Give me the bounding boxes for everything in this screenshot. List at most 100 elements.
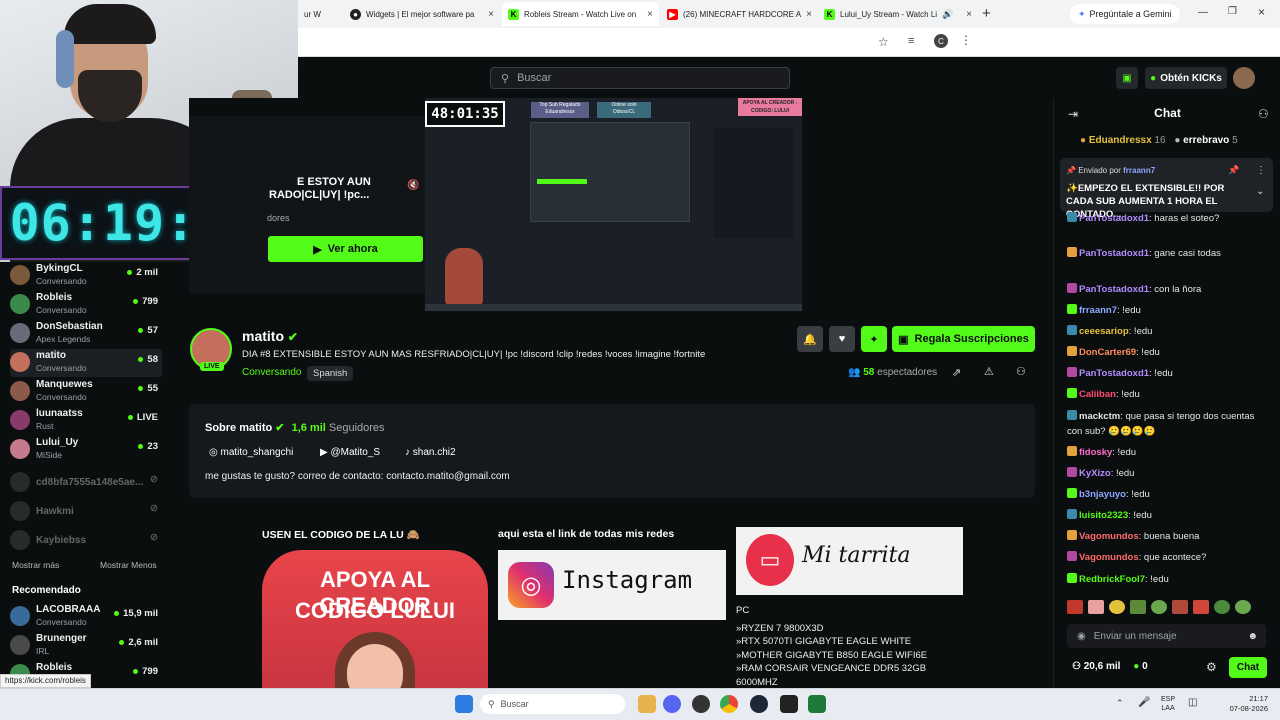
chat-message[interactable]: PanTostadoxd1: haras el soteo?	[1067, 211, 1272, 226]
emote-icon[interactable]	[1214, 600, 1230, 614]
recommended-channel[interactable]: Brunenger IRL 2,6 mil	[10, 632, 162, 660]
windows-start-icon[interactable]	[455, 695, 473, 713]
restore-icon[interactable]: ❐	[1228, 6, 1237, 17]
chat-message[interactable]: PanTostadoxd1: con la ñora	[1067, 282, 1272, 297]
emote-icon[interactable]	[1109, 600, 1125, 614]
social-youtube[interactable]: ▶ @Matito_S	[320, 447, 380, 458]
panel-image-tarrita[interactable]: ▭ Mi tarrita	[736, 527, 963, 595]
sidebar-channel[interactable]: DonSebastian Apex Legends 57	[10, 320, 162, 348]
emote-icon[interactable]	[1235, 600, 1251, 614]
sidebar-channel[interactable]: Hawkmi ⊘	[10, 498, 162, 526]
user-avatar[interactable]	[1233, 67, 1255, 89]
unpin-icon[interactable]: 📌	[1228, 165, 1239, 176]
chat-input[interactable]: ◉ Enviar un mensaje ☻	[1067, 624, 1266, 648]
chevron-up-icon[interactable]: ⌃	[1116, 698, 1124, 709]
new-tab-button[interactable]: +	[982, 5, 991, 22]
stream-category[interactable]: Conversando	[242, 367, 301, 378]
sidebar-channel[interactable]: Robleis Conversando 799	[10, 291, 162, 319]
chat-message[interactable]: Caliiban: !edu	[1067, 387, 1272, 402]
chat-message[interactable]: PanTostadoxd1: gane casi todas	[1067, 246, 1272, 261]
emote-icon[interactable]	[1151, 600, 1167, 614]
search-input[interactable]: ⚲ Buscar	[490, 67, 790, 89]
browser-menu-icon[interactable]: ⋮	[960, 33, 972, 47]
star-icon[interactable]: ☆	[878, 35, 889, 49]
follow-button[interactable]: ♥	[829, 326, 855, 352]
browser-tab[interactable]: K Lului_Uy Stream - Watch Li 🔊 ×	[818, 2, 978, 26]
steam-icon[interactable]	[750, 695, 768, 713]
recommended-channel[interactable]: LACOBRAAA Conversando 15,9 mil	[10, 603, 162, 631]
mute-icon[interactable]: 🔇	[407, 180, 419, 191]
user-add-icon[interactable]: ⚇	[1016, 365, 1026, 378]
chevron-down-icon[interactable]: ⌄	[1256, 186, 1264, 197]
window-close-icon[interactable]: ×	[1258, 5, 1265, 19]
epic-games-icon[interactable]	[780, 695, 798, 713]
emote-icon[interactable]	[1193, 600, 1209, 614]
emote-icon[interactable]	[1067, 600, 1083, 614]
social-instagram[interactable]: ◎ matito_shangchi	[209, 447, 293, 458]
sidebar-channel[interactable]: cd8bfa7555a148e5ae... ⊘	[10, 469, 162, 497]
kicks-balance[interactable]: ⚇ 20,6 mil ● 0	[1072, 661, 1148, 672]
panel-image-instagram[interactable]: ◎ Instagram	[498, 550, 726, 620]
chat-message[interactable]: mackctm: que pasa si tengo dos cuentas c…	[1067, 409, 1272, 439]
sidebar-channel[interactable]: Lului_Uy MiSide 23	[10, 436, 162, 464]
clock[interactable]: 21:17 07-08-2026	[1224, 694, 1268, 714]
chat-message[interactable]: KyXizo: !edu	[1067, 466, 1272, 481]
file-explorer-icon[interactable]	[638, 695, 656, 713]
emote-icon[interactable]	[1130, 600, 1146, 614]
close-tab-icon[interactable]: ×	[806, 9, 812, 20]
language-tag[interactable]: Spanish	[307, 366, 354, 381]
close-tab-icon[interactable]: ×	[647, 9, 653, 20]
browser-tab[interactable]: ▶ (26) MINECRAFT HARDCORE A ×	[661, 2, 816, 26]
panel-image-code[interactable]: APOYA AL CREADOR CODIGO LULUI	[262, 550, 488, 688]
chat-message[interactable]: Vagomundos: buena buena	[1067, 529, 1272, 544]
sidebar-channel[interactable]: matito Conversando 58	[10, 349, 162, 377]
emoji-icon[interactable]: ☻	[1247, 631, 1258, 642]
media-control-icon[interactable]: ≡	[908, 35, 914, 47]
sparkle-button[interactable]: ✦	[861, 326, 887, 352]
get-kicks-button[interactable]: ● Obtén KICKs	[1145, 67, 1227, 89]
chat-message[interactable]: luisito2323: !edu	[1067, 508, 1272, 523]
chat-message[interactable]: RedbrickFool7: !edu	[1067, 572, 1272, 587]
sidebar-channel[interactable]: luunaatss Rust LIVE	[10, 407, 162, 435]
browser-tab[interactable]: ● Widgets | El mejor software pa ×	[344, 2, 500, 26]
chat-message[interactable]: DonCarter69: !edu	[1067, 345, 1272, 360]
emote-icon[interactable]	[1172, 600, 1188, 614]
show-more-link[interactable]: Mostrar más	[12, 560, 59, 570]
chat-message[interactable]: b3njayuyo: !edu	[1067, 487, 1272, 502]
taskbar-search[interactable]: ⚲ Buscar	[480, 694, 625, 714]
share-icon[interactable]: ⇗	[952, 366, 961, 379]
chrome-icon[interactable]	[720, 695, 738, 713]
watch-now-button[interactable]: ▶ Ver ahora	[268, 236, 423, 262]
channel-name[interactable]: matito ✔	[242, 328, 298, 344]
language-indicator[interactable]: ESP LAA	[1161, 695, 1175, 713]
social-tiktok[interactable]: ♪ shan.chi2	[405, 447, 456, 458]
gift-icon[interactable]: ▣	[1116, 67, 1138, 89]
chat-message[interactable]: fidosky: !edu	[1067, 445, 1272, 460]
close-tab-icon[interactable]: ×	[966, 9, 972, 20]
show-less-link[interactable]: Mostrar Menos	[100, 560, 157, 570]
excel-icon[interactable]	[808, 695, 826, 713]
report-icon[interactable]: ⚠	[984, 365, 994, 378]
stream-preview[interactable]: Top Sub Regalado Eduandressx Online solo O…	[425, 98, 802, 311]
discord-icon[interactable]	[663, 695, 681, 713]
microphone-icon[interactable]: 🎤	[1138, 697, 1150, 708]
pinned-menu-icon[interactable]: ⋮	[1256, 165, 1266, 176]
emote-icon[interactable]	[1088, 600, 1104, 614]
chat-message[interactable]: PanTostadoxd1: !edu	[1067, 366, 1272, 381]
minimize-icon[interactable]: —	[1198, 7, 1208, 18]
chat-users-icon[interactable]: ⚇	[1258, 107, 1269, 121]
gift-subs-button[interactable]: ▣ Regala Suscripciones	[892, 326, 1035, 352]
network-icon[interactable]: ◫	[1188, 697, 1197, 708]
notifications-button[interactable]: 🔔	[797, 326, 823, 352]
chat-message[interactable]: ceeesariop: !edu	[1067, 324, 1272, 339]
browser-tab-active[interactable]: K Robleis Stream - Watch Live on ×	[502, 2, 659, 26]
chat-settings-icon[interactable]: ⚙	[1206, 660, 1217, 674]
sidebar-channel[interactable]: Manquewes Conversando 55	[10, 378, 162, 406]
profile-avatar[interactable]: C	[934, 34, 948, 48]
close-tab-icon[interactable]: ×	[488, 9, 494, 20]
pinned-message[interactable]: 📌 Enviado por frraann7 📌 ⋮ ✨EMPEZO EL EX…	[1060, 158, 1273, 220]
sidebar-channel[interactable]: BykingCL Conversando 2 mil	[10, 262, 162, 290]
obs-icon[interactable]	[692, 695, 710, 713]
gemini-button[interactable]: ✦ Pregúntale a Gemini	[1070, 4, 1180, 24]
browser-tab[interactable]: ur W	[298, 2, 344, 26]
